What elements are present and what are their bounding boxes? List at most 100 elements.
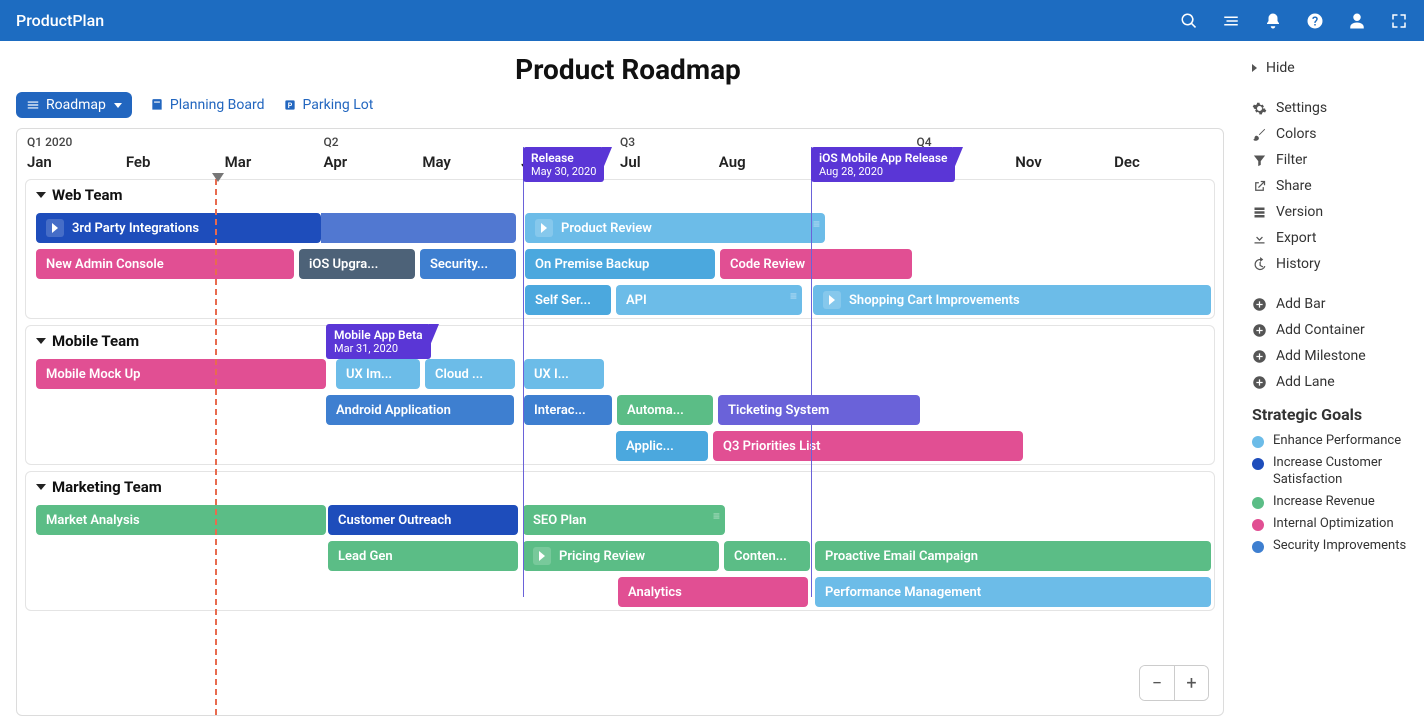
sidebar: Hide Settings Colors Filter Share Versio… bbox=[1240, 41, 1424, 716]
milestone-release[interactable]: Release May 30, 2020 bbox=[523, 147, 604, 182]
bar-content[interactable]: Conten... bbox=[724, 541, 810, 571]
menu-icon[interactable] bbox=[1222, 12, 1240, 30]
zoom-in-button[interactable]: + bbox=[1174, 666, 1208, 700]
search-icon[interactable] bbox=[1180, 12, 1198, 30]
side-history[interactable]: History bbox=[1252, 251, 1412, 277]
fullscreen-icon[interactable] bbox=[1390, 12, 1408, 30]
zoom-out-button[interactable]: − bbox=[1140, 666, 1174, 700]
bar-3rd-party-integrations[interactable]: 3rd Party Integrations bbox=[36, 213, 321, 243]
quarter-label: Q1 2020 bbox=[27, 135, 324, 149]
topbar: ProductPlan bbox=[0, 0, 1424, 41]
brand-logo: ProductPlan bbox=[16, 11, 104, 30]
lane-mobile-team: Mobile Team Mobile App Beta Mar 31, 2020… bbox=[25, 325, 1215, 465]
bar-ux-improvements-2[interactable]: UX I... bbox=[524, 359, 604, 389]
bell-icon[interactable] bbox=[1264, 12, 1282, 30]
goal-label: Internal Optimization bbox=[1273, 516, 1394, 532]
strategic-goal[interactable]: Increase Revenue bbox=[1252, 491, 1412, 513]
bar-cloud[interactable]: Cloud ... bbox=[425, 359, 515, 389]
month-label: Apr bbox=[323, 153, 422, 171]
lane-toggle-icon[interactable] bbox=[36, 484, 46, 490]
bar-ux-improvements-1[interactable]: UX Im... bbox=[336, 359, 420, 389]
bar-mobile-mockup[interactable]: Mobile Mock Up bbox=[36, 359, 326, 389]
side-filter[interactable]: Filter bbox=[1252, 147, 1412, 173]
lane-marketing-team: Marketing Team Market Analysis Customer … bbox=[25, 471, 1215, 611]
view-tabs: Roadmap Planning Board P Parking Lot bbox=[16, 92, 1240, 118]
side-add-bar[interactable]: Add Bar bbox=[1252, 291, 1412, 317]
bar-performance-management[interactable]: Performance Management bbox=[815, 577, 1211, 607]
bar-customer-outreach[interactable]: Customer Outreach bbox=[328, 505, 518, 535]
goal-color-dot bbox=[1252, 541, 1264, 553]
bar-proactive-email-campaign[interactable]: Proactive Email Campaign bbox=[815, 541, 1211, 571]
bar-analytics[interactable]: Analytics bbox=[618, 577, 808, 607]
side-settings[interactable]: Settings bbox=[1252, 95, 1412, 121]
strategic-goal[interactable]: Enhance Performance bbox=[1252, 430, 1412, 452]
bar-pricing-review[interactable]: Pricing Review bbox=[523, 541, 719, 571]
bar-q3-priorities[interactable]: Q3 Priorities List bbox=[713, 431, 1023, 461]
goal-label: Increase Revenue bbox=[1273, 494, 1375, 510]
plus-circle-icon bbox=[1252, 349, 1267, 364]
bar-ios-upgrade[interactable]: iOS Upgra... bbox=[299, 249, 415, 279]
bar-security[interactable]: Security... bbox=[420, 249, 516, 279]
month-label: May bbox=[422, 153, 521, 171]
goal-color-dot bbox=[1252, 436, 1264, 448]
bar-product-review[interactable]: Product Review≡ bbox=[525, 213, 825, 243]
user-icon[interactable] bbox=[1348, 12, 1366, 30]
version-icon bbox=[1252, 205, 1267, 220]
side-add-container[interactable]: Add Container bbox=[1252, 317, 1412, 343]
strategic-goal[interactable]: Internal Optimization bbox=[1252, 513, 1412, 535]
bar-3rd-party-extension[interactable] bbox=[321, 213, 516, 243]
plus-circle-icon bbox=[1252, 297, 1267, 312]
goal-label: Security Improvements bbox=[1273, 538, 1406, 554]
lane-toggle-icon[interactable] bbox=[36, 338, 46, 344]
strategic-goals-header: Strategic Goals bbox=[1252, 405, 1412, 424]
share-icon bbox=[1252, 179, 1267, 194]
bar-new-admin-console[interactable]: New Admin Console bbox=[36, 249, 294, 279]
bar-market-analysis[interactable]: Market Analysis bbox=[36, 505, 326, 535]
caret-right-icon bbox=[1252, 64, 1257, 72]
strategic-goal[interactable]: Security Improvements bbox=[1252, 535, 1412, 557]
bar-shopping-cart-improvements[interactable]: Shopping Cart Improvements bbox=[813, 285, 1211, 315]
side-colors[interactable]: Colors bbox=[1252, 121, 1412, 147]
filter-icon bbox=[1252, 153, 1267, 168]
lane-toggle-icon[interactable] bbox=[36, 192, 46, 198]
side-add-milestone[interactable]: Add Milestone bbox=[1252, 343, 1412, 369]
bar-interactive[interactable]: Interac... bbox=[524, 395, 612, 425]
bar-android-application[interactable]: Android Application bbox=[326, 395, 514, 425]
gear-icon bbox=[1252, 101, 1267, 116]
zoom-controls: − + bbox=[1139, 665, 1209, 701]
goal-color-dot bbox=[1252, 519, 1264, 531]
roadmap-board: Q1 2020 Q2 Q3 Q4 Jan Feb Mar Apr May Jun… bbox=[16, 128, 1224, 716]
bar-seo-plan[interactable]: SEO Plan≡ bbox=[523, 505, 725, 535]
goal-color-dot bbox=[1252, 458, 1264, 470]
plus-circle-icon bbox=[1252, 323, 1267, 338]
history-icon bbox=[1252, 257, 1267, 272]
bar-self-service[interactable]: Self Ser... bbox=[525, 285, 611, 315]
side-version[interactable]: Version bbox=[1252, 199, 1412, 225]
bar-lead-gen[interactable]: Lead Gen bbox=[328, 541, 518, 571]
bar-api[interactable]: API≡ bbox=[616, 285, 802, 315]
bar-automation[interactable]: Automa... bbox=[617, 395, 713, 425]
month-label: Mar bbox=[225, 153, 324, 171]
month-label: Nov bbox=[1015, 153, 1114, 171]
plus-circle-icon bbox=[1252, 375, 1267, 390]
download-icon bbox=[1252, 231, 1267, 246]
lane-web-team: Web Team 3rd Party Integrations Product … bbox=[25, 179, 1215, 319]
tab-parking-lot[interactable]: P Parking Lot bbox=[283, 97, 374, 113]
side-export[interactable]: Export bbox=[1252, 225, 1412, 251]
bar-on-premise-backup[interactable]: On Premise Backup bbox=[525, 249, 715, 279]
side-hide[interactable]: Hide bbox=[1252, 55, 1412, 81]
bar-code-review[interactable]: Code Review bbox=[720, 249, 912, 279]
side-add-lane[interactable]: Add Lane bbox=[1252, 369, 1412, 395]
strategic-goal[interactable]: Increase Customer Satisfaction bbox=[1252, 452, 1412, 491]
month-label: Dec bbox=[1114, 153, 1213, 171]
milestone-mobile-app-beta[interactable]: Mobile App Beta Mar 31, 2020 bbox=[326, 324, 431, 359]
month-label: Jul bbox=[620, 153, 719, 171]
bar-ticketing-system[interactable]: Ticketing System bbox=[718, 395, 920, 425]
bar-application[interactable]: Applic... bbox=[616, 431, 708, 461]
page-title: Product Roadmap bbox=[16, 53, 1240, 86]
side-share[interactable]: Share bbox=[1252, 173, 1412, 199]
tab-planning-board[interactable]: Planning Board bbox=[150, 97, 265, 113]
milestone-ios-release[interactable]: iOS Mobile App Release Aug 28, 2020 bbox=[811, 147, 955, 182]
help-icon[interactable] bbox=[1306, 12, 1324, 30]
tab-roadmap[interactable]: Roadmap bbox=[16, 92, 132, 118]
